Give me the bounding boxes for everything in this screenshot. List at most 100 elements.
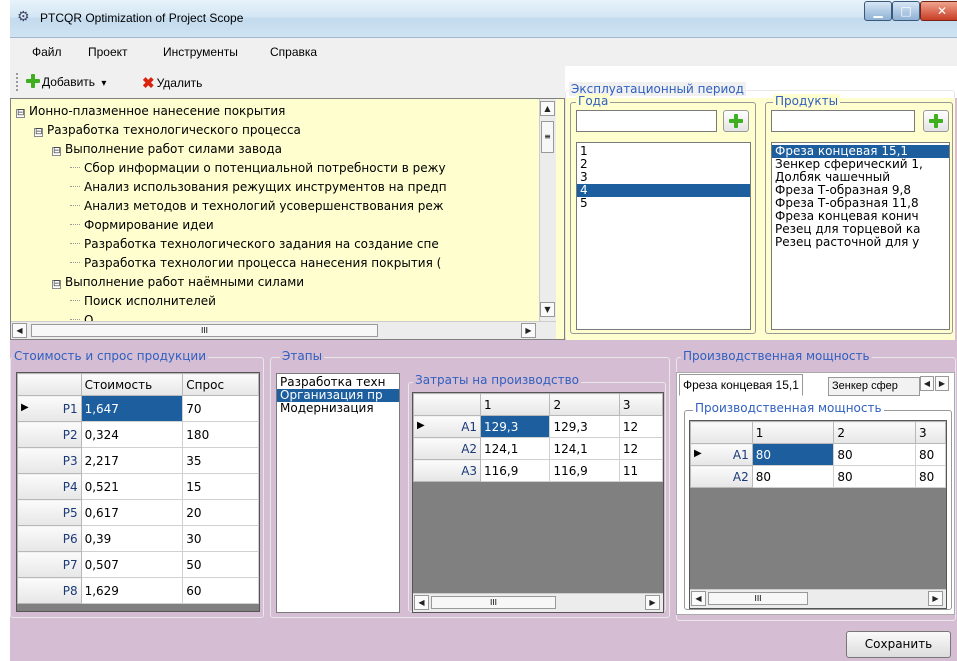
add-product-button[interactable]: [923, 110, 949, 132]
costs-hscroll-thumb[interactable]: III: [431, 596, 556, 609]
row-header[interactable]: P4: [17, 473, 82, 500]
demand-cell[interactable]: 15: [182, 473, 259, 500]
minimize-button[interactable]: ▁: [864, 1, 892, 21]
value-cell[interactable]: 116,9: [480, 459, 551, 482]
demand-cell[interactable]: 70: [182, 395, 259, 422]
stage-item[interactable]: Модернизация: [277, 402, 399, 415]
tree-node[interactable]: Разработка технологии процесса нанесения…: [11, 254, 539, 273]
demand-cell[interactable]: 30: [182, 525, 259, 552]
scroll-left-icon[interactable]: ◀: [12, 323, 27, 338]
table-row[interactable]: P3 2,217 35: [17, 447, 259, 474]
costs-horizontal-scrollbar[interactable]: ◀ III ▶: [413, 593, 663, 612]
column-header[interactable]: 3: [618, 393, 663, 416]
production-costs-grid[interactable]: 1 2 3 ▶ A1 129,3 129,3 12 A2 124,1 124,1 12 A3 116…: [412, 392, 664, 613]
value-cell[interactable]: 124,1: [549, 437, 620, 460]
row-header[interactable]: ▶ A1: [690, 443, 753, 466]
tree-node[interactable]: ⊟ Выполнение работ наёмными силами: [11, 273, 539, 292]
cost-cell[interactable]: 0,324: [80, 421, 184, 448]
cost-cell[interactable]: 1,629: [80, 577, 184, 604]
collapse-toggle-icon[interactable]: ⊟: [16, 109, 25, 118]
demand-cell[interactable]: 180: [182, 421, 259, 448]
maximize-button[interactable]: □: [892, 1, 920, 21]
row-header[interactable]: A3: [413, 459, 482, 482]
cost-cell[interactable]: 0,617: [80, 499, 184, 526]
demand-cell[interactable]: 20: [182, 499, 259, 526]
year-item[interactable]: 5: [577, 197, 750, 210]
delete-button[interactable]: ✖ Удалить: [142, 74, 202, 92]
cost-demand-grid[interactable]: Стоимость Спрос ▶ P1 1,647 70 P2 0,324 180 P3 2,…: [16, 372, 260, 612]
tab-product-1[interactable]: Фреза концевая 15,1: [679, 374, 803, 396]
value-cell[interactable]: 80: [915, 465, 946, 488]
add-year-button[interactable]: [723, 110, 749, 132]
scroll-right-icon[interactable]: ▶: [928, 591, 943, 606]
demand-cell[interactable]: 60: [182, 577, 259, 604]
row-header[interactable]: P8: [17, 577, 82, 604]
tab-scroll-left-icon[interactable]: ◀: [920, 376, 934, 391]
table-row[interactable]: A3 116,9 116,9 11: [413, 459, 663, 482]
table-row[interactable]: A2 80 80 80: [690, 465, 946, 488]
tree-node[interactable]: ⊟ Выполнение работ силами завода: [11, 140, 539, 159]
collapse-toggle-icon[interactable]: ⊟: [52, 147, 61, 156]
title-bar[interactable]: ⚙ PTCQR Optimization of Project Scope ▁ …: [10, 0, 957, 38]
cost-cell[interactable]: 1,647: [80, 395, 184, 422]
demand-cell[interactable]: 50: [182, 551, 259, 578]
row-header[interactable]: P5: [17, 499, 82, 526]
table-row[interactable]: P2 0,324 180: [17, 421, 259, 448]
save-button[interactable]: Сохранить: [846, 631, 951, 658]
tree-node[interactable]: ⊟ Ионно-плазменное нанесение покрытия: [11, 102, 539, 121]
tree-hscroll-thumb[interactable]: III: [31, 324, 378, 337]
year-item[interactable]: 1: [577, 145, 750, 158]
scroll-right-icon[interactable]: ▶: [521, 323, 536, 338]
year-item[interactable]: 2: [577, 158, 750, 171]
value-cell[interactable]: 80: [833, 465, 917, 488]
value-cell[interactable]: 80: [915, 443, 946, 466]
cost-cell[interactable]: 0,521: [80, 473, 184, 500]
cost-cell[interactable]: 2,217: [80, 447, 184, 474]
row-header[interactable]: A2: [413, 437, 482, 460]
menu-help[interactable]: Справка: [270, 45, 317, 59]
tree-node[interactable]: Сбор информации о потенциальной потребно…: [11, 159, 539, 178]
menu-file[interactable]: Файл: [32, 45, 62, 59]
tree-node[interactable]: О: [11, 311, 539, 321]
table-row[interactable]: ▶ A1 129,3 129,3 12: [413, 415, 663, 438]
scroll-left-icon[interactable]: ◀: [414, 595, 429, 610]
cost-cell[interactable]: 0,507: [80, 551, 184, 578]
value-cell[interactable]: 80: [751, 465, 835, 488]
tree-node[interactable]: Анализ методов и технологий усовершенств…: [11, 197, 539, 216]
products-list[interactable]: Фреза концевая 15,1 Зенкер сферический 1,…: [771, 142, 950, 330]
value-cell[interactable]: 11: [618, 459, 663, 482]
tree-node[interactable]: Поиск исполнителей: [11, 292, 539, 311]
column-header[interactable]: 1: [751, 421, 835, 444]
value-cell[interactable]: 129,3: [480, 415, 551, 438]
close-button[interactable]: ✕: [920, 1, 957, 21]
product-input[interactable]: [771, 110, 915, 132]
collapse-toggle-icon[interactable]: ⊟: [34, 128, 43, 137]
column-header-demand[interactable]: Спрос: [182, 373, 259, 396]
column-header[interactable]: 3: [915, 421, 946, 444]
add-dropdown-chevron-icon[interactable]: ▾: [101, 78, 106, 89]
scroll-right-icon[interactable]: ▶: [645, 595, 660, 610]
project-tree[interactable]: ⊟ Ионно-плазменное нанесение покрытия ⊟ Раз…: [11, 99, 539, 321]
product-item[interactable]: Резец расточной для у: [772, 236, 949, 249]
column-header[interactable]: 2: [833, 421, 917, 444]
scroll-up-icon[interactable]: ▲: [540, 101, 555, 116]
year-item[interactable]: 3: [577, 171, 750, 184]
capacity-grid[interactable]: 1 2 3 ▶ A1 80 80 80 A2 80 80 80 ◀ III ▶: [689, 420, 947, 609]
value-cell[interactable]: 12: [618, 437, 663, 460]
row-header[interactable]: ▶ P1: [17, 395, 82, 422]
tree-vscroll-thumb[interactable]: ≡: [541, 121, 554, 153]
tab-scroll-right-icon[interactable]: ▶: [935, 376, 949, 391]
tree-node[interactable]: Формирование идеи: [11, 216, 539, 235]
value-cell[interactable]: 116,9: [549, 459, 620, 482]
years-list[interactable]: 12345: [576, 142, 751, 330]
row-header[interactable]: P7: [17, 551, 82, 578]
value-cell[interactable]: 124,1: [480, 437, 551, 460]
add-button[interactable]: Добавить ▾: [26, 74, 106, 89]
scroll-left-icon[interactable]: ◀: [691, 591, 706, 606]
table-row[interactable]: ▶ P1 1,647 70: [17, 395, 259, 422]
value-cell[interactable]: 12: [618, 415, 663, 438]
tab-product-2[interactable]: Зенкер сфер: [828, 377, 920, 396]
tree-horizontal-scrollbar[interactable]: ◀ III ▶: [11, 321, 556, 339]
tree-vertical-scrollbar[interactable]: ▲ ≡ ▼: [539, 99, 556, 321]
tree-node[interactable]: Анализ использования режущих инструменто…: [11, 178, 539, 197]
